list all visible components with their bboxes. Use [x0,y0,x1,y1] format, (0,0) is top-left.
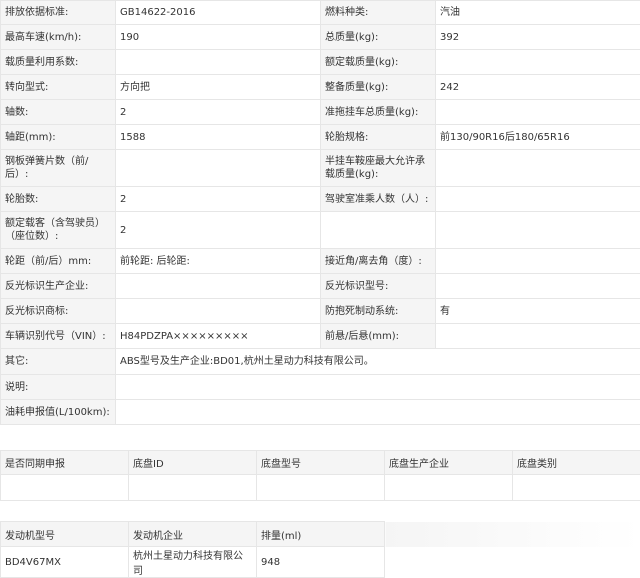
spec-label: 轮距（前/后）mm: [1,249,116,274]
spec-label: 反光标识商标: [1,299,116,324]
chassis-cell [385,475,513,501]
spec-label: 油耗申报值(L/100km): [1,400,116,425]
spec-label: 反光标识型号: [321,274,436,299]
spec-label: 其它: [1,349,116,375]
chassis-header-row: 是否同期申报 底盘ID 底盘型号 底盘生产企业 底盘类别 [1,451,640,475]
spec-value [436,150,640,187]
chassis-cell [257,475,385,501]
row-fade [385,547,640,578]
spec-row: 转向型式: 方向把 整备质量(kg): 242 [1,75,640,100]
spec-value: H84PDZPA××××××××× [116,324,321,349]
spec-value [116,400,640,425]
chassis-cell [513,475,640,501]
spec-row: 载质量利用系数: 额定载质量(kg): [1,50,640,75]
table-row: BD4V67MX 杭州土星动力科技有限公司 948 [1,547,640,578]
spec-label: 车辆识别代号（VIN）: [1,324,116,349]
spec-value: 汽油 [436,1,640,25]
spec-label: 轴距(mm): [1,125,116,150]
engine-company: 杭州土星动力科技有限公司 [129,547,257,578]
spec-row: 反光标识生产企业: 反光标识型号: [1,274,640,299]
spec-label: 排放依据标准: [1,1,116,25]
spec-row: 其它: ABS型号及生产企业:BD01,杭州土星动力科技有限公司。 [1,349,640,375]
spec-value: 242 [436,75,640,100]
chassis-header: 底盘型号 [257,451,385,475]
spec-label: 转向型式: [1,75,116,100]
spec-label: 反光标识生产企业: [1,274,116,299]
spec-label: 前悬/后悬(mm): [321,324,436,349]
spec-value: 有 [436,299,640,324]
spec-label: 额定载质量(kg): [321,50,436,75]
spec-value [116,375,640,400]
spec-row: 额定载客（含驾驶员）（座位数）: 2 [1,212,640,249]
engine-header: 发动机型号 [1,522,129,547]
spec-value: 190 [116,25,321,50]
spec-value: 前轮距: 后轮距: [116,249,321,274]
chassis-cell [129,475,257,501]
spec-row: 轴距(mm): 1588 轮胎规格: 前130/90R16后180/65R16 [1,125,640,150]
spec-value: 1588 [116,125,321,150]
spec-label: 轮胎数: [1,187,116,212]
chassis-header: 底盘类别 [513,451,640,475]
spec-label: 额定载客（含驾驶员）（座位数）: [1,212,116,249]
spec-label: 钢板弹簧片数（前/后）: [1,150,116,187]
engine-header: 发动机企业 [129,522,257,547]
spec-row: 轴数: 2 准拖挂车总质量(kg): [1,100,640,125]
spec-row: 轮距（前/后）mm: 前轮距: 后轮距: 接近角/离去角（度）: [1,249,640,274]
spec-value [116,274,321,299]
spec-label: 防抱死制动系统: [321,299,436,324]
chassis-header: 底盘生产企业 [385,451,513,475]
spec-value [116,150,321,187]
spec-label: 载质量利用系数: [1,50,116,75]
spec-value [436,249,640,274]
spec-row: 反光标识商标: 防抱死制动系统: 有 [1,299,640,324]
spec-value: 2 [116,187,321,212]
chassis-header: 是否同期申报 [1,451,129,475]
spec-value [436,212,640,249]
spec-value: 方向把 [116,75,321,100]
chassis-table: 是否同期申报 底盘ID 底盘型号 底盘生产企业 底盘类别 [0,450,640,501]
spec-label: 驾驶室准乘人数（人）: [321,187,436,212]
spec-table: 排放依据标准: GB14622-2016 燃料种类: 汽油 最高车速(km/h)… [0,0,640,425]
chassis-cell [1,475,129,501]
spec-value [436,100,640,125]
spec-value: 392 [436,25,640,50]
spec-label: 说明: [1,375,116,400]
spec-label: 最高车速(km/h): [1,25,116,50]
engine-table: 发动机型号 发动机企业 排量(ml) BD4V67MX 杭州土星动力科技有限公司… [0,521,640,578]
spec-label: 接近角/离去角（度）: [321,249,436,274]
engine-header: 排量(ml) [257,522,385,547]
spec-value: 2 [116,212,321,249]
spec-row: 车辆识别代号（VIN）: H84PDZPA××××××××× 前悬/后悬(mm)… [1,324,640,349]
spec-row: 油耗申报值(L/100km): [1,400,640,425]
spec-label: 准拖挂车总质量(kg): [321,100,436,125]
spec-row: 说明: [1,375,640,400]
spec-row: 钢板弹簧片数（前/后）: 半挂车鞍座最大允许承载质量(kg): [1,150,640,187]
engine-model: BD4V67MX [1,547,129,578]
engine-displacement: 948 [257,547,385,578]
spec-label [321,212,436,249]
engine-header-row: 发动机型号 发动机企业 排量(ml) [1,522,640,547]
header-fade [385,522,640,547]
spec-value [116,299,321,324]
spec-label: 整备质量(kg): [321,75,436,100]
spec-value [436,324,640,349]
spec-label: 总质量(kg): [321,25,436,50]
spec-row: 最高车速(km/h): 190 总质量(kg): 392 [1,25,640,50]
spec-value: 前130/90R16后180/65R16 [436,125,640,150]
spec-value [436,187,640,212]
spec-label: 轮胎规格: [321,125,436,150]
spec-value [436,274,640,299]
spec-value [116,50,321,75]
spec-label: 轴数: [1,100,116,125]
spec-label: 燃料种类: [321,1,436,25]
spec-value: 2 [116,100,321,125]
chassis-header: 底盘ID [129,451,257,475]
spec-value: GB14622-2016 [116,1,321,25]
table-row [1,475,640,501]
spec-value [436,50,640,75]
spec-row: 排放依据标准: GB14622-2016 燃料种类: 汽油 [1,1,640,25]
spec-row: 轮胎数: 2 驾驶室准乘人数（人）: [1,187,640,212]
spec-label: 半挂车鞍座最大允许承载质量(kg): [321,150,436,187]
spec-value: ABS型号及生产企业:BD01,杭州土星动力科技有限公司。 [116,349,640,375]
